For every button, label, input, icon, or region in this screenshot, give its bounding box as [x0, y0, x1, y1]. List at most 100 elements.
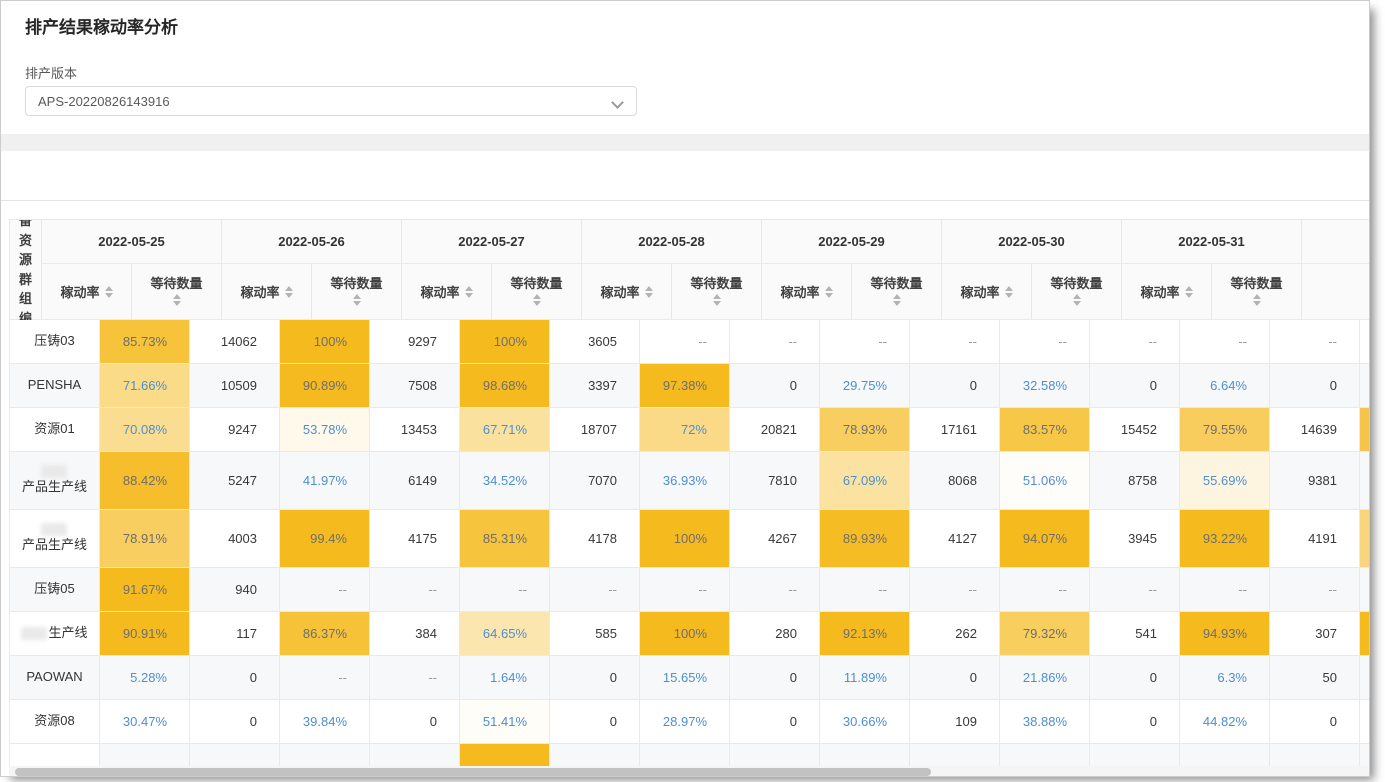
clipped-next-column-cell — [1360, 568, 1369, 612]
wait-column-header[interactable]: 等待数量 — [312, 264, 402, 320]
sort-icon[interactable] — [645, 286, 653, 298]
wait-cell: 262 — [910, 612, 1000, 656]
row-header-label: 产品生产线 — [22, 536, 87, 555]
sort-icon[interactable] — [465, 286, 473, 298]
wait-cell: 0 — [370, 700, 460, 744]
rate-column-header[interactable]: 稼动率 — [1122, 264, 1212, 320]
rate-cell — [280, 744, 370, 766]
rate-column-header[interactable]: 稼动率 — [762, 264, 852, 320]
rate-cell: -- — [820, 320, 910, 364]
sort-icon[interactable] — [1253, 294, 1261, 306]
sort-icon[interactable] — [1073, 294, 1081, 306]
wait-cell: 4178 — [550, 510, 640, 568]
rate-cell: 64.65% — [460, 612, 550, 656]
sort-icon[interactable] — [825, 286, 833, 298]
wait-cell: 17161 — [910, 408, 1000, 452]
row-header-label: 压铸05 — [34, 580, 74, 599]
wait-cell: 0 — [190, 700, 280, 744]
subheader-row: 稼动率等待数量 — [402, 264, 582, 320]
wait-header-label: 等待数量 — [871, 277, 923, 291]
rate-cell: 72% — [640, 408, 730, 452]
wait-cell: 0 — [730, 364, 820, 408]
rate-cell: 39.84% — [280, 700, 370, 744]
caret-up-icon — [533, 294, 541, 299]
rate-cell: 94.07% — [1000, 510, 1090, 568]
rate-cell: 91.67% — [100, 568, 190, 612]
sort-icon[interactable] — [713, 294, 721, 306]
rate-cell: 71.66% — [100, 364, 190, 408]
caret-up-icon — [285, 286, 293, 291]
schedule-version-value: APS-20220826143916 — [38, 94, 613, 109]
rate-column-header[interactable]: 稼动率 — [222, 264, 312, 320]
rate-cell: 53.78% — [280, 408, 370, 452]
sort-icon[interactable] — [1185, 286, 1193, 298]
rate-cell: 29.75% — [820, 364, 910, 408]
sort-icon[interactable] — [173, 294, 181, 306]
row-header-label: PENSHA — [28, 376, 81, 395]
date-header: 2022-05-29 — [762, 220, 942, 264]
rate-cell: 79.32% — [1000, 612, 1090, 656]
caret-up-icon — [825, 286, 833, 291]
table-row: 压铸0385.73%14062100%9297100%3605---------… — [10, 320, 1369, 364]
clipped-next-column-cell — [1360, 656, 1369, 700]
caret-down-icon — [285, 293, 293, 298]
wait-column-header[interactable]: 等待数量 — [852, 264, 942, 320]
row-header: 资源01 — [10, 408, 100, 452]
wait-column-header[interactable]: 等待数量 — [672, 264, 762, 320]
sort-icon[interactable] — [533, 294, 541, 306]
rate-header-label: 稼动率 — [781, 282, 820, 301]
wait-cell: -- — [370, 568, 460, 612]
caret-down-icon — [105, 293, 113, 298]
rate-cell: 21.86% — [1000, 656, 1090, 700]
wait-cell: 6149 — [370, 452, 460, 510]
rate-header-label: 稼动率 — [61, 282, 100, 301]
rate-column-header[interactable]: 稼动率 — [42, 264, 132, 320]
caret-down-icon — [825, 293, 833, 298]
wait-cell: 50 — [1270, 656, 1360, 700]
wait-column-header[interactable]: 等待数量 — [1212, 264, 1302, 320]
sort-icon[interactable] — [353, 294, 361, 306]
wait-header-label: 等待数量 — [151, 277, 203, 291]
caret-down-icon — [533, 301, 541, 306]
rate-column-header[interactable]: 稼动率 — [582, 264, 672, 320]
sort-icon[interactable] — [285, 286, 293, 298]
sort-icon[interactable] — [893, 294, 901, 306]
rate-column-header[interactable]: 稼动率 — [942, 264, 1032, 320]
date-column-group: 2022-05-27稼动率等待数量 — [402, 220, 582, 320]
row-header-label: 产品生产线 — [22, 478, 87, 497]
horizontal-scrollbar-thumb[interactable] — [15, 768, 931, 776]
table-row: 生产线90.91%11786.37%38464.65%585100%28092.… — [10, 612, 1369, 656]
rate-cell: 30.66% — [820, 700, 910, 744]
rate-cell: 11.89% — [820, 656, 910, 700]
rate-cell: 88.42% — [100, 452, 190, 510]
row-header: 产品生产线 — [10, 510, 100, 568]
wait-cell: 0 — [1090, 656, 1180, 700]
wait-cell: -- — [1270, 320, 1360, 364]
rate-cell: 78.93% — [820, 408, 910, 452]
caret-down-icon — [1005, 293, 1013, 298]
wait-column-header[interactable]: 等待数量 — [1032, 264, 1122, 320]
wait-column-header[interactable]: 等待数量 — [132, 264, 222, 320]
clipped-next-column-cell — [1360, 510, 1369, 568]
rate-cell: 34.52% — [460, 452, 550, 510]
horizontal-scrollbar-track[interactable] — [9, 766, 1369, 777]
rate-cell: -- — [820, 568, 910, 612]
date-header: 2022-05-31 — [1122, 220, 1302, 264]
wait-cell: 9247 — [190, 408, 280, 452]
rate-cell: 99.4% — [280, 510, 370, 568]
wait-column-header[interactable]: 等待数量 — [492, 264, 582, 320]
caret-up-icon — [1253, 294, 1261, 299]
sort-icon[interactable] — [105, 286, 113, 298]
rate-column-header[interactable]: 稼动率 — [402, 264, 492, 320]
redacted-text-blur — [41, 523, 67, 536]
rate-cell — [100, 744, 190, 766]
rate-cell: 93.22% — [1180, 510, 1270, 568]
wait-cell — [1270, 744, 1360, 766]
rate-cell: 97.38% — [640, 364, 730, 408]
wait-cell: 15452 — [1090, 408, 1180, 452]
sort-icon[interactable] — [1005, 286, 1013, 298]
schedule-version-select[interactable]: APS-20220826143916 — [25, 86, 637, 116]
caret-up-icon — [713, 294, 721, 299]
rate-cell: -- — [640, 568, 730, 612]
rate-column-header[interactable] — [1302, 264, 1369, 320]
